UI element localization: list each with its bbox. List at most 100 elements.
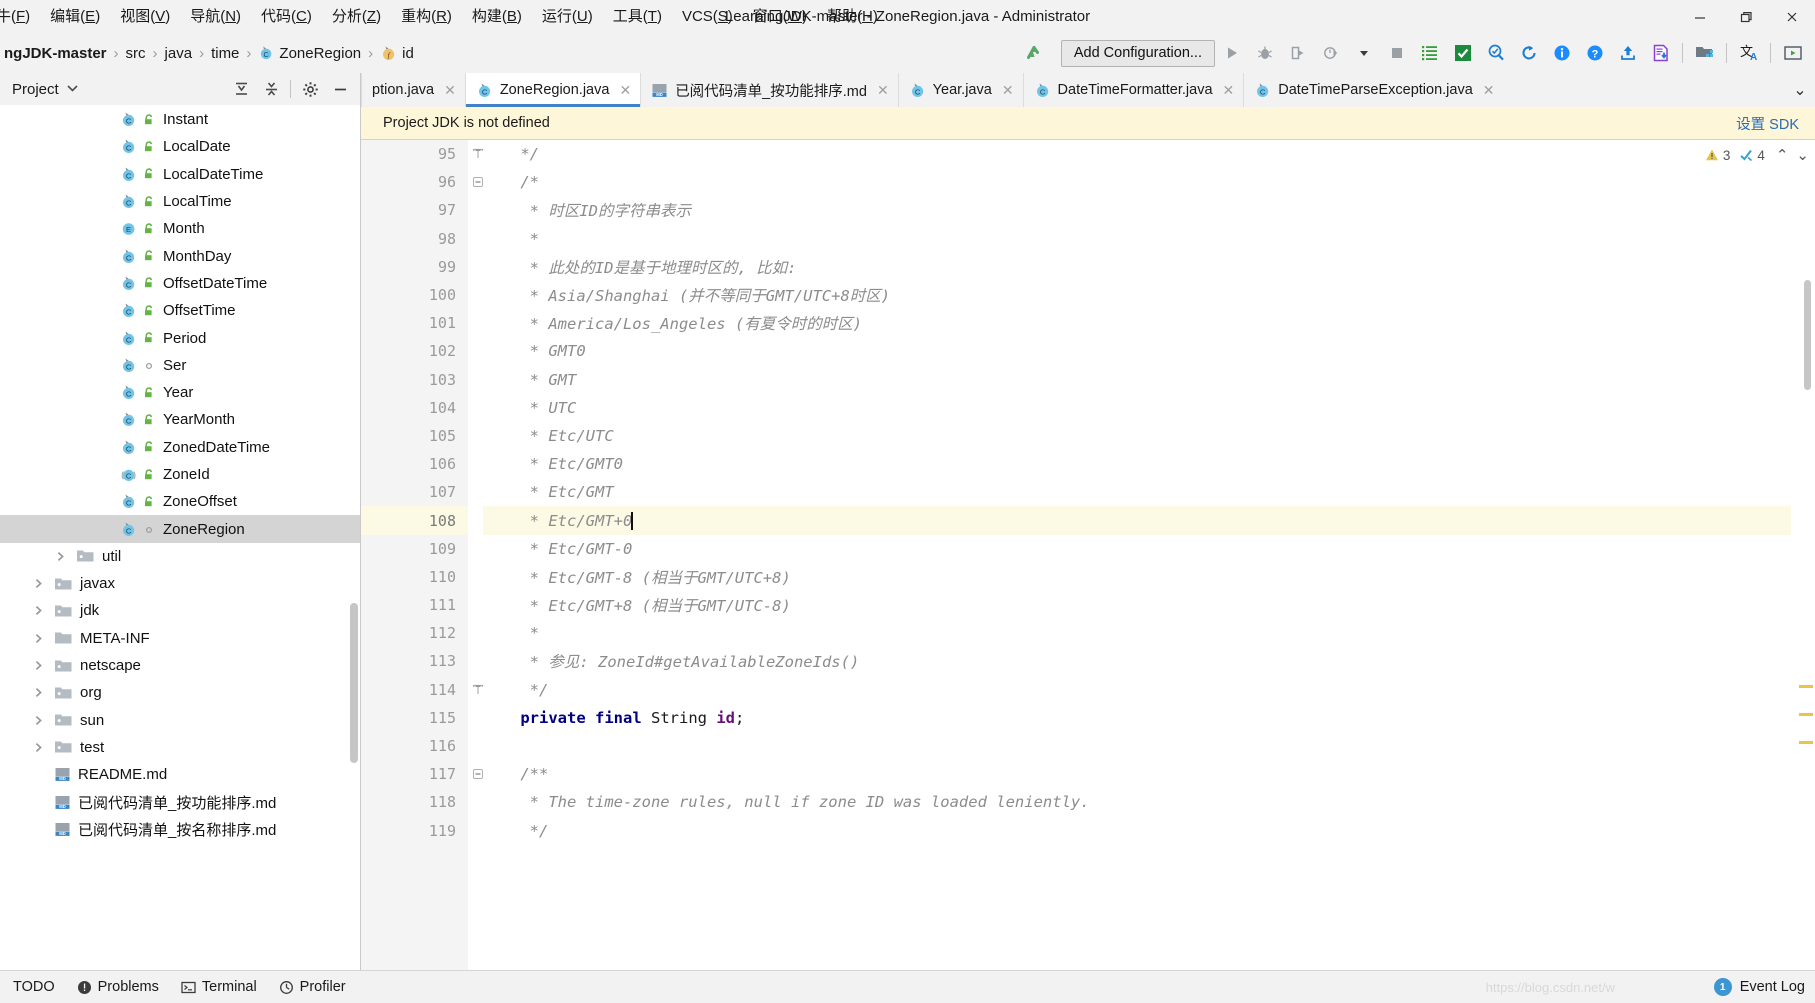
- code-line[interactable]: private final String id;: [483, 704, 1815, 732]
- tree-item[interactable]: org: [0, 679, 360, 706]
- hide-panel-icon[interactable]: [326, 76, 354, 102]
- collapse-all-icon[interactable]: [257, 76, 285, 102]
- tree-item-selected[interactable]: C ZoneRegion: [0, 515, 360, 543]
- document-download-icon[interactable]: [1644, 37, 1677, 69]
- gutter-line[interactable]: 101: [361, 309, 468, 337]
- tree-item[interactable]: C ZonedDateTime: [0, 434, 360, 461]
- tree-item[interactable]: javax: [0, 570, 360, 597]
- sidebar-scrollbar[interactable]: [350, 603, 358, 763]
- breadcrumb-item-ngjdk-master[interactable]: ngJDK-master: [0, 45, 113, 62]
- tree-expand-arrow-icon[interactable]: [32, 577, 45, 590]
- tree-item[interactable]: test: [0, 734, 360, 761]
- gutter-line[interactable]: 113: [361, 647, 468, 675]
- status-terminal[interactable]: Terminal: [170, 979, 268, 995]
- code-line[interactable]: * Etc/GMT0: [483, 450, 1815, 478]
- run-with-coverage-icon[interactable]: [1281, 37, 1314, 69]
- settings-gear-icon[interactable]: [296, 76, 324, 102]
- tree-item[interactable]: util: [0, 543, 360, 570]
- run-icon[interactable]: [1215, 37, 1248, 69]
- editor-tab[interactable]: C DateTimeFormatter.java ✕: [1022, 73, 1244, 107]
- code-line[interactable]: * GMT0: [483, 337, 1815, 365]
- tree-item[interactable]: MD 已阅代码清单_按功能排序.md: [0, 788, 360, 815]
- todo-list-icon[interactable]: [1413, 37, 1446, 69]
- gutter-line[interactable]: 102: [361, 337, 468, 365]
- tab-close-icon[interactable]: ✕: [1223, 83, 1235, 97]
- gutter-line[interactable]: 117: [361, 760, 483, 788]
- breadcrumb-item-java[interactable]: java: [159, 45, 199, 62]
- stop-icon[interactable]: [1380, 37, 1413, 69]
- tree-item[interactable]: C MonthDay: [0, 242, 360, 269]
- profile-icon[interactable]: [1314, 37, 1347, 69]
- tree-expand-arrow-icon[interactable]: [32, 632, 45, 645]
- tree-item[interactable]: sun: [0, 707, 360, 734]
- next-problem-icon[interactable]: ⌄: [1796, 146, 1809, 164]
- tree-item[interactable]: netscape: [0, 652, 360, 679]
- tree-item[interactable]: C LocalDate: [0, 133, 360, 160]
- menu-code[interactable]: 代码(C): [251, 4, 322, 30]
- gutter-line[interactable]: 114: [361, 676, 483, 704]
- gutter-line[interactable]: 111: [361, 591, 468, 619]
- gutter-line[interactable]: 107: [361, 478, 468, 506]
- editor-tab[interactable]: ption.java ✕: [361, 73, 465, 107]
- tree-item[interactable]: MD 已阅代码清单_按名称排序.md: [0, 816, 360, 843]
- tree-item[interactable]: C OffsetTime: [0, 297, 360, 324]
- code-line[interactable]: * The time-zone rules, null if zone ID w…: [483, 788, 1815, 816]
- restore-icon[interactable]: [1723, 0, 1769, 33]
- code-line[interactable]: */: [483, 817, 1815, 845]
- tree-item[interactable]: C LocalDateTime: [0, 161, 360, 188]
- breadcrumb-item-time[interactable]: time: [205, 45, 245, 62]
- tab-close-icon[interactable]: ✕: [1002, 83, 1014, 97]
- translate-icon[interactable]: 文 A: [1732, 37, 1765, 69]
- gutter-line[interactable]: 103: [361, 366, 468, 394]
- tree-expand-arrow-icon[interactable]: [54, 550, 67, 563]
- code-line[interactable]: * Etc/GMT+8 (相当于GMT/UTC-8): [483, 591, 1815, 619]
- code-line[interactable]: * GMT: [483, 366, 1815, 394]
- event-log-label[interactable]: Event Log: [1740, 979, 1805, 995]
- expand-all-icon[interactable]: [227, 76, 255, 102]
- menu-refactor[interactable]: 重构(R): [391, 4, 462, 30]
- gutter-line[interactable]: 96: [361, 168, 483, 196]
- upload-icon[interactable]: [1611, 37, 1644, 69]
- menu-help[interactable]: 帮助(H): [817, 4, 888, 30]
- search-everywhere-icon[interactable]: [1479, 37, 1512, 69]
- inspection-marker[interactable]: [1799, 685, 1813, 688]
- gutter-line[interactable]: 97: [361, 196, 468, 224]
- code-line[interactable]: */: [483, 676, 1815, 704]
- status-profiler[interactable]: Profiler: [268, 979, 357, 995]
- menu-build[interactable]: 构建(B): [462, 4, 532, 30]
- gutter-line[interactable]: 119: [361, 817, 468, 845]
- code-line[interactable]: * 参见: ZoneId#getAvailableZoneIds(): [483, 647, 1815, 675]
- code-line[interactable]: */: [483, 140, 1815, 168]
- tree-item[interactable]: C Period: [0, 324, 360, 351]
- code-line[interactable]: * Etc/GMT-0: [483, 535, 1815, 563]
- tree-item[interactable]: C YearMonth: [0, 406, 360, 433]
- gutter-line[interactable]: 98: [361, 225, 468, 253]
- gutter-line[interactable]: 116: [361, 732, 468, 760]
- tree-item[interactable]: C ZoneId: [0, 461, 360, 488]
- code-line[interactable]: * UTC: [483, 394, 1815, 422]
- tab-close-icon[interactable]: ✕: [619, 83, 631, 97]
- gutter-line[interactable]: 115: [361, 704, 468, 732]
- gutter-line[interactable]: 109: [361, 535, 468, 563]
- project-tree[interactable]: C Instant C LocalDate C LocalDateTime C …: [0, 105, 360, 970]
- inspection-strip[interactable]: [1791, 140, 1815, 970]
- tree-expand-arrow-icon[interactable]: [32, 686, 45, 699]
- info-icon[interactable]: [1545, 37, 1578, 69]
- menu-window[interactable]: 窗口(W): [743, 4, 817, 30]
- code-line[interactable]: /*: [483, 168, 1815, 196]
- code-line[interactable]: * Etc/GMT: [483, 478, 1815, 506]
- tree-item[interactable]: jdk: [0, 597, 360, 624]
- menu-edit[interactable]: 编辑(E): [40, 4, 110, 30]
- gutter-line[interactable]: 104: [361, 394, 468, 422]
- build-project-icon[interactable]: [1018, 37, 1051, 69]
- tree-expand-arrow-icon[interactable]: [32, 659, 45, 672]
- code-area[interactable]: */ /* * 时区ID的字符串表示 * * 此处的ID是基于地理时区的, 比如…: [468, 140, 1815, 970]
- minimize-icon[interactable]: [1677, 0, 1723, 33]
- presentation-icon[interactable]: [1776, 37, 1809, 69]
- tree-item[interactable]: C Year: [0, 379, 360, 406]
- setup-sdk-link[interactable]: 设置 SDK: [1736, 113, 1799, 134]
- editor-tab[interactable]: C DateTimeParseException.java ✕: [1243, 73, 1504, 107]
- tab-close-icon[interactable]: ✕: [877, 83, 889, 97]
- tab-close-icon[interactable]: ✕: [444, 83, 456, 97]
- tree-expand-arrow-icon[interactable]: [32, 714, 45, 727]
